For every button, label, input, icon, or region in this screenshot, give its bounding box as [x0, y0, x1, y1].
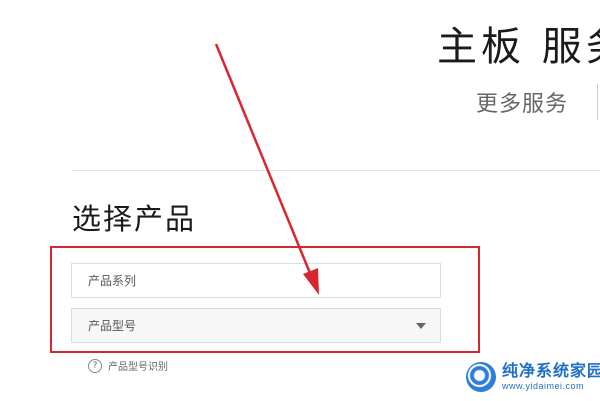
watermark-url: www.yidaimei.com: [502, 381, 585, 391]
watermark: 纯净系统家园 www.yidaimei.com: [466, 362, 600, 392]
page-title: 主板 服务: [437, 24, 600, 70]
section-divider: [72, 170, 600, 171]
more-services-link[interactable]: 更多服务: [476, 86, 568, 118]
header-divider: [597, 84, 598, 120]
model-identify-link[interactable]: ? 产品型号识别: [88, 358, 168, 373]
annotation-arrow-line: [214, 43, 314, 279]
model-identify-label: 产品型号识别: [108, 362, 168, 373]
watermark-name: 纯净系统家园: [502, 361, 600, 380]
chevron-down-icon: [416, 323, 426, 329]
product-model-select[interactable]: 产品型号: [71, 308, 441, 343]
watermark-logo-icon: [466, 362, 496, 392]
product-model-placeholder: 产品型号: [88, 319, 137, 333]
question-circle-icon: ?: [88, 358, 102, 373]
section-title: 选择产品: [72, 202, 197, 236]
product-series-placeholder: 产品系列: [88, 274, 137, 288]
product-series-select[interactable]: 产品系列: [71, 263, 441, 298]
